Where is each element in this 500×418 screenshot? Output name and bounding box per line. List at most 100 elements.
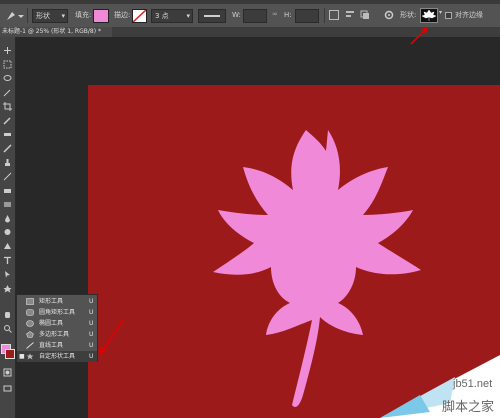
magnifier-icon bbox=[3, 324, 12, 333]
background-color-swatch[interactable] bbox=[5, 349, 15, 359]
quick-mask-icon bbox=[3, 368, 11, 376]
document-tab[interactable]: 未标题-1 @ 25% (形状 1, RGB/8) * bbox=[0, 27, 112, 37]
magic-wand-tool[interactable] bbox=[2, 87, 12, 97]
history-brush-tool[interactable] bbox=[2, 171, 12, 181]
gradient-icon bbox=[3, 201, 11, 207]
path-arrangement-icon[interactable] bbox=[360, 10, 370, 20]
tool-preset-picker[interactable] bbox=[3, 9, 25, 23]
shape-label: 形状: bbox=[400, 11, 417, 19]
flyout-item-polygon-tool[interactable]: 多边形工具 U bbox=[17, 329, 97, 340]
dodge-tool[interactable] bbox=[2, 227, 12, 237]
flyout-item-label: 直线工具 bbox=[39, 342, 64, 349]
flyout-item-shortcut: U bbox=[89, 331, 94, 338]
flyout-item-rectangle-tool[interactable]: 矩形工具 U bbox=[17, 296, 97, 307]
eraser-tool[interactable] bbox=[2, 185, 12, 195]
pen-tool-icon bbox=[7, 12, 24, 20]
blur-tool[interactable] bbox=[2, 213, 12, 223]
stroke-type-dropdown[interactable] bbox=[198, 9, 226, 23]
clone-stamp-tool[interactable] bbox=[2, 157, 12, 167]
shape-tools-flyout: 矩形工具 U 圆角矩形工具 U 椭圆工具 U 多边形工具 U 直线工具 U ■ … bbox=[16, 294, 98, 362]
tools-panel bbox=[0, 37, 16, 418]
quick-mask-button[interactable] bbox=[2, 367, 12, 377]
flyout-item-ellipse-tool[interactable]: 椭圆工具 U bbox=[17, 318, 97, 329]
flyout-item-shortcut: U bbox=[89, 309, 94, 316]
flyout-item-shortcut: U bbox=[89, 298, 94, 305]
rectangle-icon bbox=[26, 298, 34, 305]
flyout-item-label: 自定形状工具 bbox=[39, 353, 76, 360]
maple-leaf-icon bbox=[421, 9, 437, 21]
align-edges-checkbox[interactable] bbox=[445, 12, 452, 19]
watermark-site: jb51.net bbox=[453, 378, 493, 390]
selected-bullet-icon: ■ bbox=[19, 353, 25, 360]
shape-tool[interactable] bbox=[2, 283, 12, 293]
path-operations-icon[interactable] bbox=[329, 10, 339, 20]
polygon-icon bbox=[26, 331, 34, 338]
lasso-tool[interactable] bbox=[2, 73, 12, 83]
options-bar: 形状 ▾ 填充: 描边: 3 点 ▾ W: ∞ H: 形状: ▾ 对齐边缘 bbox=[0, 4, 500, 28]
height-label: H: bbox=[284, 11, 292, 19]
eyedropper-tool[interactable] bbox=[2, 115, 12, 125]
line-icon bbox=[26, 342, 34, 349]
width-field[interactable] bbox=[243, 9, 267, 23]
flyout-item-line-tool[interactable]: 直线工具 U bbox=[17, 340, 97, 351]
dodge-icon bbox=[4, 228, 10, 235]
path-alignment-icon[interactable] bbox=[345, 10, 355, 20]
marquee-icon bbox=[3, 60, 11, 68]
flyout-item-rounded-rectangle-tool[interactable]: 圆角矩形工具 U bbox=[17, 307, 97, 318]
watermark: jb51.net 脚本之家 bbox=[380, 345, 500, 418]
path-selection-tool[interactable] bbox=[2, 269, 12, 279]
flyout-item-custom-shape-tool[interactable]: ■ 自定形状工具 U bbox=[17, 351, 97, 362]
stamp-icon bbox=[4, 158, 10, 166]
link-icon[interactable]: ∞ bbox=[272, 10, 278, 18]
flyout-item-shortcut: U bbox=[89, 342, 94, 349]
stroke-width-field[interactable]: 3 点 ▾ bbox=[151, 9, 193, 23]
flyout-item-label: 椭圆工具 bbox=[39, 320, 64, 327]
bandage-icon bbox=[3, 132, 11, 136]
screen-mode-button[interactable] bbox=[2, 383, 12, 393]
flyout-item-label: 多边形工具 bbox=[39, 331, 70, 338]
type-icon bbox=[3, 256, 11, 264]
height-field[interactable] bbox=[295, 9, 319, 23]
separator bbox=[27, 8, 28, 23]
move-tool[interactable] bbox=[2, 45, 12, 55]
flyout-item-label: 圆角矩形工具 bbox=[39, 309, 76, 316]
watermark-name: 脚本之家 bbox=[442, 400, 495, 415]
cursor-icon bbox=[4, 270, 10, 278]
document-tab-bar: 未标题-1 @ 25% (形状 1, RGB/8) * bbox=[0, 27, 500, 37]
stroke-line-icon bbox=[204, 15, 220, 17]
magic-wand-icon bbox=[3, 89, 10, 96]
type-tool[interactable] bbox=[2, 255, 12, 265]
custom-shape-icon bbox=[3, 284, 11, 292]
no-stroke-icon bbox=[133, 10, 146, 22]
separator bbox=[324, 8, 325, 23]
brush-icon bbox=[2, 143, 12, 153]
gear-icon[interactable] bbox=[384, 10, 394, 20]
stroke-width-value: 3 点 bbox=[155, 12, 169, 20]
hand-icon bbox=[4, 311, 10, 318]
pen-icon bbox=[3, 242, 11, 249]
history-brush-icon bbox=[3, 172, 11, 180]
zoom-tool[interactable] bbox=[2, 323, 12, 333]
crop-tool[interactable] bbox=[2, 101, 12, 111]
tool-mode-value: 形状 bbox=[36, 12, 50, 20]
fill-color-swatch[interactable] bbox=[93, 9, 109, 23]
stroke-color-swatch[interactable] bbox=[132, 9, 147, 23]
marquee-tool[interactable] bbox=[2, 59, 12, 69]
ellipse-icon bbox=[26, 320, 34, 327]
rounded-rectangle-icon bbox=[26, 309, 34, 316]
screen-mode-icon bbox=[3, 385, 11, 391]
eyedropper-icon bbox=[2, 116, 11, 125]
healing-brush-tool[interactable] bbox=[2, 129, 12, 139]
hand-tool[interactable] bbox=[2, 309, 12, 319]
fill-label: 填充: bbox=[75, 11, 92, 19]
brush-tool[interactable] bbox=[2, 143, 12, 153]
chevron-down-icon[interactable]: ▾ bbox=[439, 9, 442, 16]
move-icon bbox=[3, 46, 11, 54]
crop-icon bbox=[2, 101, 12, 111]
shape-picker[interactable] bbox=[420, 8, 438, 23]
flyout-item-shortcut: U bbox=[89, 353, 94, 360]
pen-tool[interactable] bbox=[2, 241, 12, 251]
flyout-item-shortcut: U bbox=[89, 320, 94, 327]
tool-mode-dropdown[interactable]: 形状 ▾ bbox=[32, 9, 68, 23]
gradient-tool[interactable] bbox=[2, 199, 12, 209]
